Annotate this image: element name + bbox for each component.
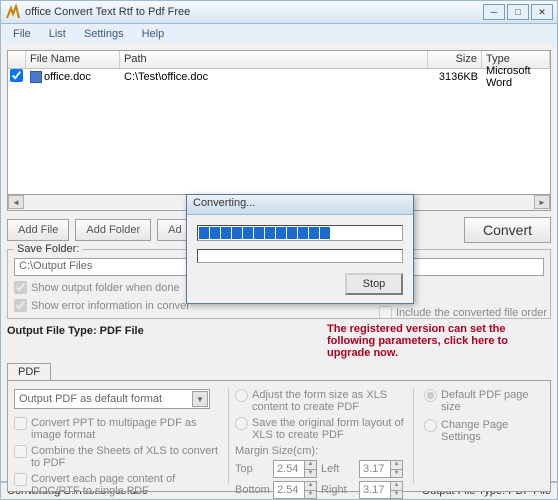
table-row[interactable]: office.doc C:\Test\office.doc 3136KB Mic… xyxy=(8,69,550,85)
maximize-button[interactable]: □ xyxy=(507,4,529,20)
col-size[interactable]: Size xyxy=(428,51,482,68)
save-folder-legend: Save Folder: xyxy=(14,243,82,255)
progress-bar xyxy=(197,225,403,241)
close-button[interactable]: ✕ xyxy=(531,4,553,20)
margin-top-input[interactable]: 2.54▲▼ xyxy=(273,460,317,478)
col-filename[interactable]: File Name xyxy=(26,51,120,68)
scroll-right-icon[interactable]: ► xyxy=(534,195,550,209)
add-folder-button[interactable]: Add Folder xyxy=(75,219,151,241)
include-order-checkbox[interactable] xyxy=(379,306,392,319)
margin-label: Margin Size(cm): xyxy=(235,445,407,457)
show-error-checkbox[interactable] xyxy=(14,299,27,312)
show-output-checkbox[interactable] xyxy=(14,281,27,294)
window-title: office Convert Text Rtf to Pdf Free xyxy=(25,6,483,18)
progress-bar-2 xyxy=(197,249,403,263)
row-checkbox[interactable] xyxy=(10,69,23,82)
radio-adjust-form[interactable] xyxy=(235,389,248,402)
margin-right-input[interactable]: 3.17▲▼ xyxy=(359,481,403,499)
radio-save-original[interactable] xyxy=(235,417,248,430)
dialog-title: Converting... xyxy=(187,195,413,215)
output-format-select[interactable]: Output PDF as default format ▼ xyxy=(14,389,210,409)
menu-bar: File List Settings Help xyxy=(0,24,558,44)
converting-dialog: Converting... Stop xyxy=(186,194,414,304)
menu-settings[interactable]: Settings xyxy=(76,26,132,42)
margin-left-input[interactable]: 3.17▲▼ xyxy=(359,460,403,478)
margin-bottom-input[interactable]: 2.54▲▼ xyxy=(273,481,317,499)
file-list[interactable]: File Name Path Size Type office.doc C:\T… xyxy=(7,50,551,195)
col-path[interactable]: Path xyxy=(120,51,428,68)
add-file-button[interactable]: Add File xyxy=(7,219,69,241)
convert-button[interactable]: Convert xyxy=(464,217,551,243)
app-icon xyxy=(5,4,21,20)
title-bar: office Convert Text Rtf to Pdf Free ─ □ … xyxy=(0,0,558,24)
minimize-button[interactable]: ─ xyxy=(483,4,505,20)
doc-icon xyxy=(30,71,42,83)
scroll-left-icon[interactable]: ◄ xyxy=(8,195,24,209)
output-type-label: Output File Type: PDF File xyxy=(7,325,307,337)
chk-ppt-multipage[interactable] xyxy=(14,417,27,430)
chevron-down-icon[interactable]: ▼ xyxy=(192,391,208,407)
list-header: File Name Path Size Type xyxy=(8,51,550,69)
tab-pdf[interactable]: PDF xyxy=(7,363,51,380)
menu-file[interactable]: File xyxy=(5,26,39,42)
radio-change-settings[interactable] xyxy=(424,419,437,432)
chk-each-page[interactable] xyxy=(14,473,27,486)
menu-list[interactable]: List xyxy=(41,26,74,42)
chk-combine-xls[interactable] xyxy=(14,445,27,458)
stop-button[interactable]: Stop xyxy=(345,273,403,295)
menu-help[interactable]: Help xyxy=(134,26,173,42)
upgrade-link[interactable]: The registered version can set the follo… xyxy=(327,323,551,359)
button-3[interactable]: Ad xyxy=(157,219,187,241)
radio-default-size[interactable] xyxy=(424,389,437,402)
